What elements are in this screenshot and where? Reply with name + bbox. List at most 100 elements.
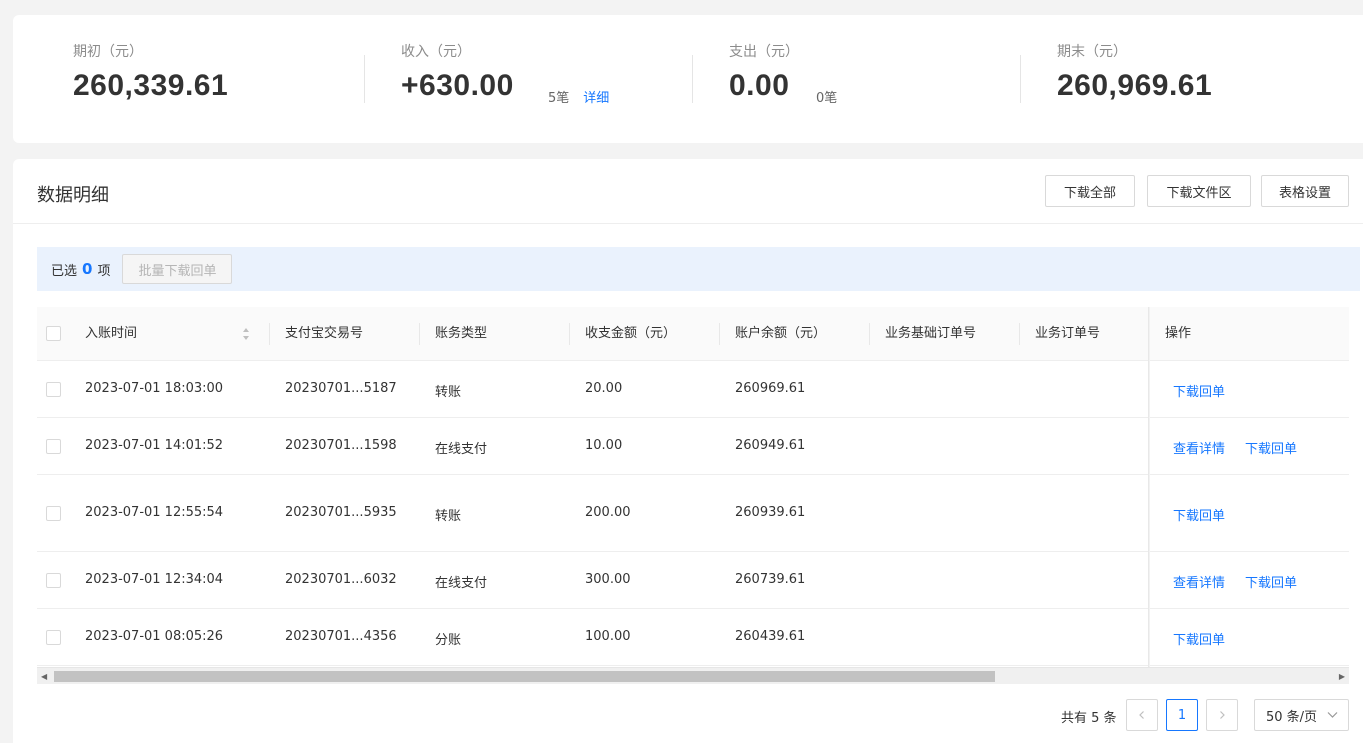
divider [692,55,693,103]
cell-trade-no: 20230701...6032 [285,572,397,587]
cell-amount: 20.00 [585,381,623,396]
cell-balance: 260969.61 [735,381,806,396]
cell-amount: 10.00 [585,438,623,453]
stat-closing-label: 期末（元） [1057,44,1127,60]
cell-time: 2023-07-01 14:01:52 [85,438,224,453]
cell-balance: 260739.61 [735,572,806,587]
table-row: 2023-07-01 08:05:26 20230701...4356 分账 1… [37,609,1349,666]
col-actions: 操作 [1165,326,1192,341]
col-balance: 账户余额（元） [735,326,827,341]
cell-type: 转账 [435,385,462,400]
income-count: 5笔 [548,91,570,106]
header-divider [13,223,1363,224]
divider [364,55,365,103]
scroll-left-icon[interactable]: ◀ [41,672,47,681]
column-separator [719,323,720,345]
row-checkbox[interactable] [46,506,61,521]
detail-card: 数据明细 下载全部 下载文件区 表格设置 已选 0 项 批量下载回单 入账时间 … [13,159,1363,743]
cell-balance: 260949.61 [735,438,806,453]
cell-type: 转账 [435,509,462,524]
page-size-select[interactable]: 50 条/页 [1254,699,1349,731]
row-checkbox[interactable] [46,382,61,397]
sort-icon[interactable] [242,327,250,341]
cell-time: 2023-07-01 18:03:00 [85,381,224,396]
divider [1020,55,1021,103]
chevron-right-icon [1220,711,1225,719]
stat-expense-label: 支出（元） [729,44,799,60]
row-checkbox[interactable] [46,573,61,588]
chevron-down-icon [1327,712,1338,718]
download-receipt-link[interactable]: 下载回单 [1245,438,1297,457]
stat-closing-value: 260,969.61 [1057,69,1213,102]
horizontal-scrollbar[interactable]: ◀ ▶ [37,667,1349,684]
download-all-button[interactable]: 下载全部 [1045,175,1135,207]
column-separator [419,323,420,345]
selection-bar: 已选 0 项 批量下载回单 [37,247,1360,291]
chevron-left-icon [1139,711,1144,719]
cell-trade-no: 20230701...5187 [285,381,397,396]
stat-closing: 期末（元） 260,969.61 [1057,41,1212,103]
next-page-button[interactable] [1206,699,1238,731]
col-trade-no: 支付宝交易号 [285,326,364,341]
col-amount: 收支金额（元） [585,326,677,341]
cell-trade-no: 20230701...5935 [285,505,397,520]
column-separator [869,323,870,345]
col-order: 业务订单号 [1035,326,1101,341]
stat-income: 收入（元） +630.00 5笔 详细 [401,41,609,106]
cell-trade-no: 20230701...1598 [285,438,397,453]
detail-title: 数据明细 [37,185,109,206]
col-base-order: 业务基础订单号 [885,326,977,341]
view-details-link[interactable]: 查看详情 [1173,572,1225,591]
pagination-total: 共有 5 条 [1061,711,1117,726]
download-files-button[interactable]: 下载文件区 [1147,175,1251,207]
download-receipt-link[interactable]: 下载回单 [1173,381,1225,400]
selection-suffix: 项 [97,263,111,279]
column-separator [1019,323,1020,345]
row-checkbox[interactable] [46,630,61,645]
download-receipt-link[interactable]: 下载回单 [1173,505,1225,524]
page-number-button[interactable]: 1 [1166,699,1198,731]
bulk-download-button[interactable]: 批量下载回单 [122,254,233,284]
table-row: 2023-07-01 12:34:04 20230701...6032 在线支付… [37,552,1349,609]
stat-income-meta: 5笔 详细 [548,87,609,106]
fixed-column-shadow [1148,307,1150,667]
expense-count: 0笔 [816,91,838,106]
view-details-link[interactable]: 查看详情 [1173,438,1225,457]
col-type: 账务类型 [435,326,488,341]
download-receipt-link[interactable]: 下载回单 [1173,629,1225,648]
cell-amount: 300.00 [585,572,631,587]
cell-balance: 260439.61 [735,629,806,644]
page-size-value: 50 条/页 [1266,709,1318,725]
stat-opening: 期初（元） 260,339.61 [73,41,228,103]
scrollbar-thumb[interactable] [54,671,995,682]
summary-card: 期初（元） 260,339.61 收入（元） +630.00 5笔 详细 支出（元… [13,15,1363,143]
column-separator [269,323,270,345]
selection-count: 0 [82,260,93,278]
table-row: 2023-07-01 14:01:52 20230701...1598 在线支付… [37,418,1349,475]
cell-time: 2023-07-01 08:05:26 [85,629,224,644]
stat-opening-label: 期初（元） [73,44,143,60]
col-time[interactable]: 入账时间 [85,307,137,361]
stat-income-label: 收入（元） [401,44,471,60]
table-row: 2023-07-01 12:55:54 20230701...5935 转账 2… [37,475,1349,552]
selection-prefix: 已选 [51,263,78,279]
cell-amount: 100.00 [585,629,631,644]
select-all-checkbox[interactable] [46,326,61,341]
stat-expense-value: 0.00 [729,69,790,102]
table-row: 2023-07-01 18:03:00 20230701...5187 转账 2… [37,361,1349,418]
scroll-right-icon[interactable]: ▶ [1339,672,1345,681]
table-settings-button[interactable]: 表格设置 [1261,175,1349,207]
income-detail-link[interactable]: 详细 [583,91,609,106]
cell-time: 2023-07-01 12:55:54 [85,505,224,520]
row-checkbox[interactable] [46,439,61,454]
cell-time: 2023-07-01 12:34:04 [85,572,224,587]
prev-page-button[interactable] [1126,699,1158,731]
table-header: 入账时间 支付宝交易号 账务类型 收支金额（元） 账户余额（元） 业务基础订单号… [37,307,1349,361]
column-separator [569,323,570,345]
download-receipt-link[interactable]: 下载回单 [1245,572,1297,591]
cell-amount: 200.00 [585,505,631,520]
cell-type: 分账 [435,633,462,648]
stat-opening-value: 260,339.61 [73,69,229,102]
cell-trade-no: 20230701...4356 [285,629,397,644]
cell-type: 在线支付 [435,442,488,457]
